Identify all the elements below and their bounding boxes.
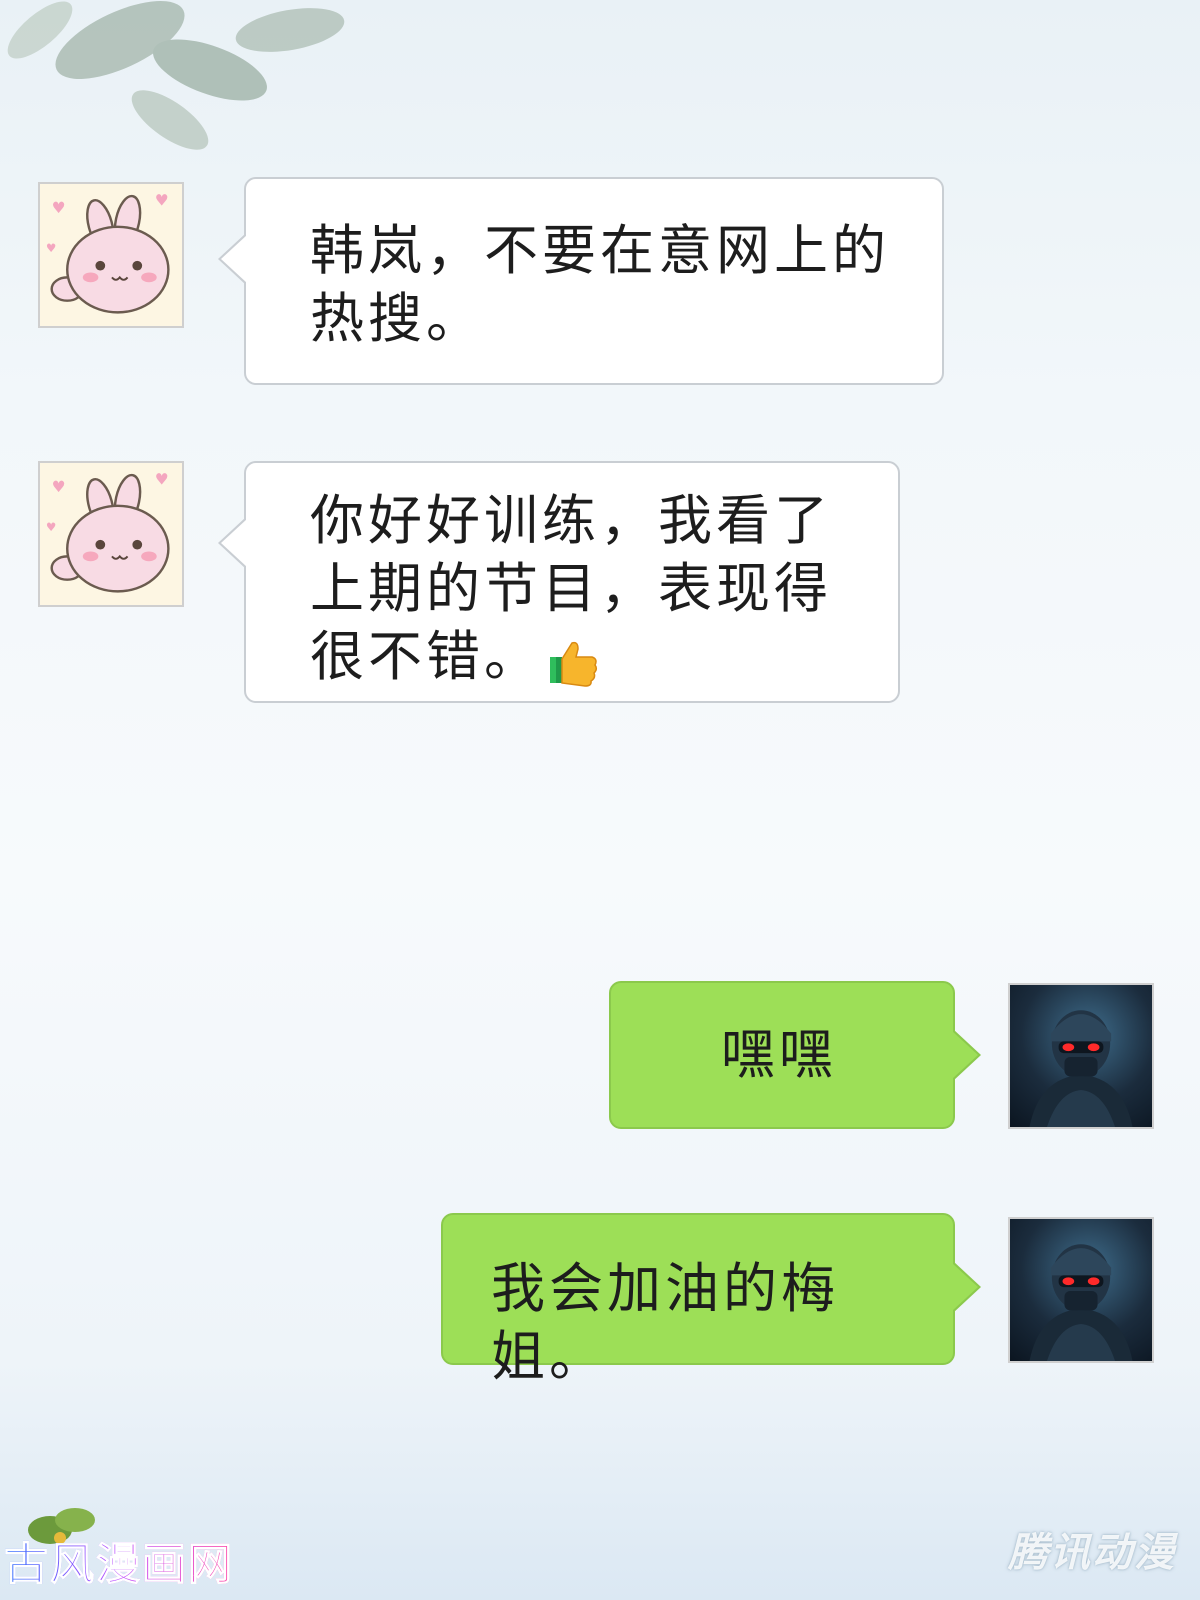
message-bubble-outgoing[interactable]: 我会加油的梅姐。 [441,1213,981,1388]
svg-text:♥: ♥ [46,241,56,255]
bubble-tail [952,1261,981,1313]
bunny-avatar[interactable]: ♥ ♥ ♥ [38,182,184,328]
bunny-avatar[interactable]: ♥ ♥ ♥ [38,461,184,607]
svg-text:♥: ♥ [52,478,66,496]
message-text: 我会加油的梅姐。 [491,1257,839,1388]
svg-text:♥: ♥ [155,191,169,209]
leaf-decoration [7,1,345,150]
soldier-avatar[interactable] [1008,1217,1154,1363]
message-text: 你好好训练，我看了 上期的节目，表现得 很不错。 [310,489,832,688]
thumbs-up-icon [548,635,598,688]
message-bubble-incoming[interactable]: 你好好训练，我看了 上期的节目，表现得 很不错。 [218,461,900,703]
bubble-tail [218,517,247,569]
message-text: 韩岚，不要在意网上的 热搜。 [310,219,890,350]
bubble-tail [218,233,247,285]
bubble-tail [952,1029,981,1081]
message-text: 嘿嘿 [721,1023,837,1086]
svg-text:♥: ♥ [52,199,66,217]
watermark-left: 古风漫画网 [4,1528,234,1592]
soldier-avatar[interactable] [1008,983,1154,1129]
watermark-right: 腾讯动漫 [1008,1530,1176,1576]
svg-text:♥: ♥ [46,520,56,534]
svg-text:♥: ♥ [155,470,169,488]
message-bubble-outgoing[interactable]: 嘿嘿 [609,981,981,1129]
message-bubble-incoming[interactable]: 韩岚，不要在意网上的 热搜。 [218,177,944,385]
